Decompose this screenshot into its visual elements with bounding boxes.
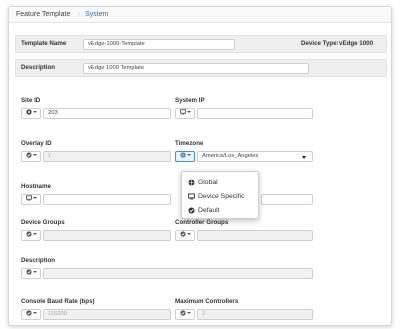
timezone-value: America/Los_Angeles [202,153,259,159]
max-controllers-input[interactable]: 2 [197,309,313,320]
description-label: Description [21,257,56,264]
chevron-down-icon [32,154,37,156]
menu-item-default[interactable]: Default [182,204,258,217]
template-name-input[interactable]: vEdge-1000-Template [83,39,235,50]
globe-icon [188,179,195,186]
chevron-down-icon [32,233,37,235]
controller-groups-scope-dropdown[interactable] [175,230,195,241]
max-controllers-label: Maximum Controllers [175,298,239,305]
device-type-label: Device Type: [301,40,339,47]
hostname-label: Hostname [21,183,51,190]
menu-item-label: Global [198,178,218,186]
check-circle-icon [25,152,32,158]
menu-item-label: Device Specific [198,192,245,200]
chevron-down-icon [32,197,37,199]
check-circle-icon [25,269,32,275]
globe-icon [179,152,186,158]
site-id-label: Site ID [21,97,41,104]
device-groups-input[interactable] [43,230,171,241]
menu-item-label: Default [198,206,220,214]
chevron-down-icon [186,111,191,113]
system-ip-label: System IP [175,97,205,104]
timezone-label: Timezone [175,140,204,147]
system-ip-input[interactable] [197,108,313,119]
max-controllers-scope-dropdown[interactable] [175,309,195,320]
system-ip-scope-dropdown[interactable] [175,108,195,119]
breadcrumb-current: System [85,11,109,18]
console-baud-rate-label: Console Baud Rate (bps) [21,298,95,305]
hostname-scope-dropdown[interactable] [21,194,41,205]
chevron-down-icon [32,312,37,314]
chevron-down-icon [186,154,191,156]
monitor-icon [188,193,195,200]
breadcrumb-separator: › [78,11,81,18]
description-top-input[interactable]: vEdge 1000 Template [83,63,309,74]
check-circle-icon [25,231,32,237]
check-circle-icon [179,231,186,237]
check-circle-icon [25,310,32,316]
overlay-id-label: Overlay ID [21,140,52,147]
console-baud-rate-scope-dropdown[interactable] [21,309,41,320]
chevron-down-icon [186,233,191,235]
device-specific-icon [25,109,32,115]
chevron-down-icon [186,312,191,314]
breadcrumb: Feature Template › System [9,7,391,23]
menu-item-global[interactable]: Global [182,176,258,189]
site-id-input[interactable]: 203 [43,108,171,119]
menu-item-device-specific[interactable]: Device Specific [182,190,258,203]
device-groups-label: Device Groups [21,219,65,226]
field-partially-covered[interactable] [261,194,313,205]
description-input[interactable] [43,268,313,279]
chevron-down-icon [32,111,37,113]
device-groups-scope-dropdown[interactable] [21,230,41,241]
console-baud-rate-input[interactable]: 115200 [43,309,171,320]
breadcrumb-parent[interactable]: Feature Template [16,11,70,18]
controller-groups-label: Controller Groups [175,219,229,226]
chevron-down-icon [32,271,37,273]
monitor-icon [25,195,32,201]
device-type-value: vEdge 1000 [339,40,374,47]
check-circle-icon [188,207,195,214]
timezone-select[interactable]: America/Los_Angeles [197,151,313,162]
site-id-scope-dropdown[interactable] [21,108,41,119]
overlay-id-input[interactable]: 1 [43,151,171,162]
monitor-icon [179,109,186,115]
controller-groups-input[interactable] [197,230,313,241]
system-template-panel: Feature Template › System Template Name … [8,6,392,326]
description-top-label: Description [21,64,56,71]
scope-dropdown-menu: Global Device Specific Default [181,171,259,219]
check-circle-icon [179,310,186,316]
template-name-label: Template Name [21,40,67,47]
overlay-id-scope-dropdown[interactable] [21,151,41,162]
chevron-down-icon [302,155,306,159]
timezone-scope-dropdown[interactable] [175,151,195,162]
description-scope-dropdown[interactable] [21,268,41,279]
hostname-input[interactable] [43,194,171,205]
